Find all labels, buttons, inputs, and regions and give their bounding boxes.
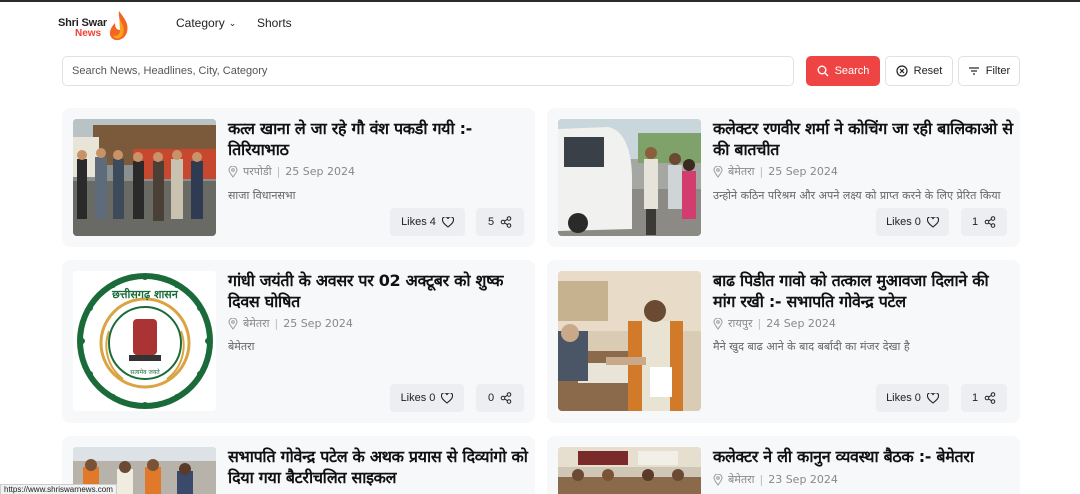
meta-separator: | bbox=[757, 317, 762, 330]
news-title[interactable]: बाढ पिडीत गावो को तत्काल मुआवजा दिलाने क… bbox=[713, 270, 1013, 312]
news-meta: रायपुर | 24 Sep 2024 bbox=[713, 316, 836, 331]
news-description: साजा विधानसभा bbox=[228, 189, 296, 202]
news-meta: बेमेतरा | 25 Sep 2024 bbox=[228, 316, 353, 331]
site-logo[interactable]: Shri Swar News bbox=[58, 10, 132, 46]
close-circle-icon bbox=[896, 65, 908, 77]
news-title[interactable]: सभापति गोवेन्द्र पटेल के अथक प्रयास से द… bbox=[228, 446, 528, 488]
share-count: 1 bbox=[971, 392, 979, 404]
share-count: 0 bbox=[487, 392, 495, 404]
like-button[interactable]: Likes 0 bbox=[876, 384, 949, 412]
reset-button-label: Reset bbox=[913, 65, 943, 77]
meta-separator: | bbox=[276, 165, 281, 178]
chhattisgarh-seal-image: छत्तीसगढ़ शासन सत्यमेव जयते bbox=[73, 271, 216, 411]
filter-icon bbox=[968, 67, 979, 75]
location-pin-icon bbox=[713, 473, 723, 486]
news-meta: बेमेतरा | 23 Sep 2024 bbox=[713, 472, 838, 487]
news-title[interactable]: कत्ल खाना ले जा रहे गौ वंश पकडी गयी :- त… bbox=[228, 118, 528, 160]
news-thumbnail[interactable] bbox=[73, 119, 216, 236]
status-bar-url: https://www.shriswarnews.com bbox=[0, 484, 117, 494]
news-card[interactable]: कत्ल खाना ले जा रहे गौ वंश पकडी गयी :- त… bbox=[62, 108, 535, 247]
like-button[interactable]: Likes 4 bbox=[390, 208, 465, 236]
meta-separator: | bbox=[759, 473, 764, 486]
news-thumbnail[interactable] bbox=[558, 447, 701, 494]
seal-top-text: छत्तीसगढ़ शासन bbox=[111, 287, 179, 301]
news-location: बेमेतरा bbox=[728, 165, 755, 178]
news-location: रायपुर bbox=[728, 317, 753, 330]
meta-separator: | bbox=[759, 165, 764, 178]
reset-button[interactable]: Reset bbox=[885, 56, 953, 86]
share-icon bbox=[984, 216, 996, 228]
like-count: Likes 0 bbox=[886, 392, 921, 404]
news-card[interactable]: कलेक्टर रणवीर शर्मा ने कोचिंग जा रही बाल… bbox=[547, 108, 1020, 247]
seal-motto-text: सत्यमेव जयते bbox=[130, 368, 160, 376]
meta-separator: | bbox=[274, 317, 279, 330]
news-title[interactable]: कलेक्टर रणवीर शर्मा ने कोचिंग जा रही बाल… bbox=[713, 118, 1013, 160]
meeting-photo bbox=[558, 271, 701, 411]
heart-icon bbox=[926, 216, 939, 228]
share-icon bbox=[984, 392, 996, 404]
chevron-down-icon: ⌄ bbox=[228, 18, 237, 28]
news-thumbnail[interactable] bbox=[558, 119, 701, 236]
share-button[interactable]: 5 bbox=[476, 208, 524, 236]
news-meta: परपोडी | 25 Sep 2024 bbox=[228, 164, 355, 179]
flame-icon bbox=[109, 11, 128, 41]
nav-category-label: Category bbox=[176, 16, 225, 30]
news-card[interactable]: छत्तीसगढ़ शासन सत्यमेव जयते गांधी जयंती … bbox=[62, 260, 535, 423]
news-thumbnail[interactable] bbox=[558, 271, 701, 411]
news-date: 25 Sep 2024 bbox=[285, 165, 356, 178]
share-count: 5 bbox=[487, 216, 495, 228]
news-description: बेमेतरा bbox=[228, 340, 255, 353]
news-date: 24 Sep 2024 bbox=[766, 317, 836, 330]
location-pin-icon bbox=[713, 165, 723, 178]
search-input[interactable] bbox=[62, 56, 794, 86]
share-button[interactable]: 0 bbox=[476, 384, 524, 412]
news-description: मैने खुद बाढ आने के बाद बर्बादी का मंजर … bbox=[713, 340, 910, 353]
filter-button[interactable]: Filter bbox=[958, 56, 1020, 86]
news-description: उन्होने कठिन परिश्रम और अपने लक्ष्य को प… bbox=[713, 189, 1001, 202]
location-pin-icon bbox=[713, 317, 723, 330]
search-button[interactable]: Search bbox=[806, 56, 880, 86]
nav-category[interactable]: Category ⌄ bbox=[176, 16, 236, 30]
law-order-meeting-photo bbox=[558, 447, 701, 494]
news-location: बेमेतरा bbox=[243, 317, 270, 330]
share-button[interactable]: 1 bbox=[961, 208, 1007, 236]
share-count: 1 bbox=[971, 216, 979, 228]
collector-students-photo bbox=[558, 119, 701, 236]
news-card[interactable]: बाढ पिडीत गावो को तत्काल मुआवजा दिलाने क… bbox=[547, 260, 1020, 423]
heart-icon bbox=[441, 392, 454, 404]
like-button[interactable]: Likes 0 bbox=[390, 384, 464, 412]
nav-shorts[interactable]: Shorts bbox=[257, 16, 292, 30]
news-title[interactable]: कलेक्टर ने ली कानुन व्यवस्था बैठक :- बेम… bbox=[713, 446, 1013, 467]
news-date: 25 Sep 2024 bbox=[768, 165, 838, 178]
like-count: Likes 4 bbox=[401, 216, 436, 228]
news-title[interactable]: गांधी जयंती के अवसर पर 02 अक्टूबर को शुष… bbox=[228, 270, 528, 312]
like-count: Likes 0 bbox=[400, 392, 436, 404]
cattle-truck-photo bbox=[73, 119, 216, 236]
location-pin-icon bbox=[228, 165, 238, 178]
news-location: परपोडी bbox=[243, 165, 272, 178]
news-meta: बेमेतरा | 25 Sep 2024 bbox=[713, 164, 838, 179]
filter-button-label: Filter bbox=[985, 65, 1011, 77]
search-icon bbox=[817, 65, 829, 77]
share-icon bbox=[500, 392, 512, 404]
news-card[interactable]: सभापति गोवेन्द्र पटेल के अथक प्रयास से द… bbox=[62, 436, 535, 494]
search-button-label: Search bbox=[834, 65, 870, 77]
heart-icon bbox=[441, 216, 454, 228]
news-thumbnail[interactable]: छत्तीसगढ़ शासन सत्यमेव जयते bbox=[73, 271, 216, 411]
share-button[interactable]: 1 bbox=[961, 384, 1007, 412]
news-card[interactable]: कलेक्टर ने ली कानुन व्यवस्था बैठक :- बेम… bbox=[547, 436, 1020, 494]
location-pin-icon bbox=[228, 317, 238, 330]
heart-icon bbox=[926, 392, 939, 404]
like-button[interactable]: Likes 0 bbox=[876, 208, 949, 236]
share-icon bbox=[500, 216, 512, 228]
news-location: बेमेतरा bbox=[728, 473, 755, 486]
news-date: 23 Sep 2024 bbox=[768, 473, 838, 486]
like-count: Likes 0 bbox=[886, 216, 921, 228]
news-date: 25 Sep 2024 bbox=[283, 317, 353, 330]
top-header: Shri Swar News Category ⌄ Shorts bbox=[0, 2, 1080, 48]
logo-text-line2: News bbox=[75, 28, 102, 39]
